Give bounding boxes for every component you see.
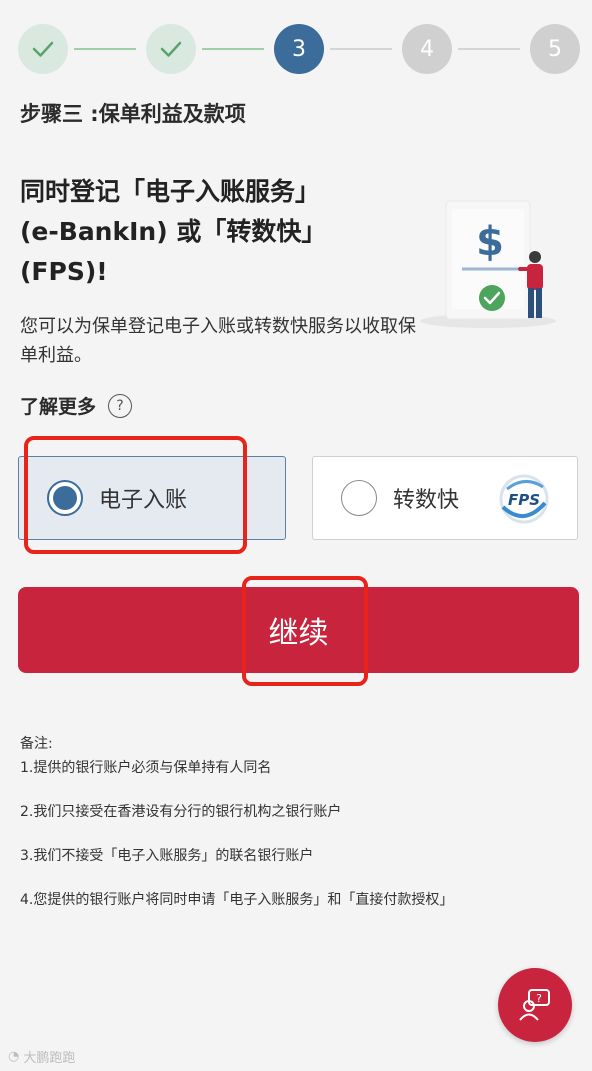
weibo-icon: ◔ xyxy=(8,1049,20,1064)
stepper-connector xyxy=(74,48,136,50)
stepper-connector xyxy=(330,48,392,50)
notes-section: 备注: 1.提供的银行账户必须与保单持有人同名 2.我们只接受在香港设有分行的银… xyxy=(20,734,580,934)
step-title: 步骤三 :保单利益及款项 xyxy=(20,102,246,126)
chat-support-button[interactable]: ? xyxy=(498,968,572,1042)
svg-text:?: ? xyxy=(536,992,542,1005)
option-e-bankin[interactable]: 电子入账 xyxy=(18,456,286,540)
watermark: ◔ 大鹏跑跑 xyxy=(8,1049,76,1066)
step-5: 5 xyxy=(530,24,580,74)
option-label: 电子入账 xyxy=(99,488,188,513)
dollar-icon: $ xyxy=(476,219,504,265)
headline-line: (FPS)! xyxy=(20,257,108,286)
support-chat-icon: ? xyxy=(519,989,550,1021)
payment-illustration: $ xyxy=(418,195,568,335)
learn-more-label: 了解更多 xyxy=(20,396,97,418)
option-fps[interactable]: 转数快 FPS xyxy=(312,456,578,540)
stepper-connector xyxy=(202,48,264,50)
stepper-connector xyxy=(458,48,520,50)
step-4: 4 xyxy=(402,24,452,74)
headline-line: 同时登记「电子入账服务」 xyxy=(20,177,321,206)
radio-selected[interactable] xyxy=(47,480,83,516)
continue-button[interactable]: 继续 xyxy=(18,587,579,673)
notes-title: 备注: xyxy=(20,736,53,752)
svg-text:FPS: FPS xyxy=(508,491,540,509)
fps-logo-icon: FPS xyxy=(499,474,549,524)
headline-line: (e-BankIn) 或「转数快」 xyxy=(20,217,327,246)
learn-more-link[interactable]: 了解更多 ? xyxy=(20,392,133,419)
step-3-current: 3 xyxy=(274,24,324,74)
question-circle-icon[interactable]: ? xyxy=(108,393,133,418)
page-headline: 同时登记「电子入账服务」 (e-BankIn) 或「转数快」 (FPS)! xyxy=(20,172,400,292)
step-1-complete xyxy=(18,24,68,74)
progress-stepper: 3 4 5 xyxy=(18,24,580,74)
note-item: 4.您提供的银行账户将同时申请「电子入账服务」和「直接付款授权」 xyxy=(20,892,454,908)
radio-unselected[interactable] xyxy=(341,480,377,516)
checkmark-icon xyxy=(160,41,182,57)
note-item: 1.提供的银行账户必须与保单持有人同名 xyxy=(20,760,272,776)
description-text: 您可以为保单登记电子入账或转数快服务以收取保单利益。 xyxy=(20,316,416,366)
note-item: 3.我们不接受「电子入账服务」的联名银行账户 xyxy=(20,848,314,864)
option-label: 转数快 xyxy=(393,488,460,513)
step-2-complete xyxy=(146,24,196,74)
note-item: 2.我们只接受在香港设有分行的银行机构之银行账户 xyxy=(20,804,342,820)
checkmark-icon xyxy=(32,41,54,57)
